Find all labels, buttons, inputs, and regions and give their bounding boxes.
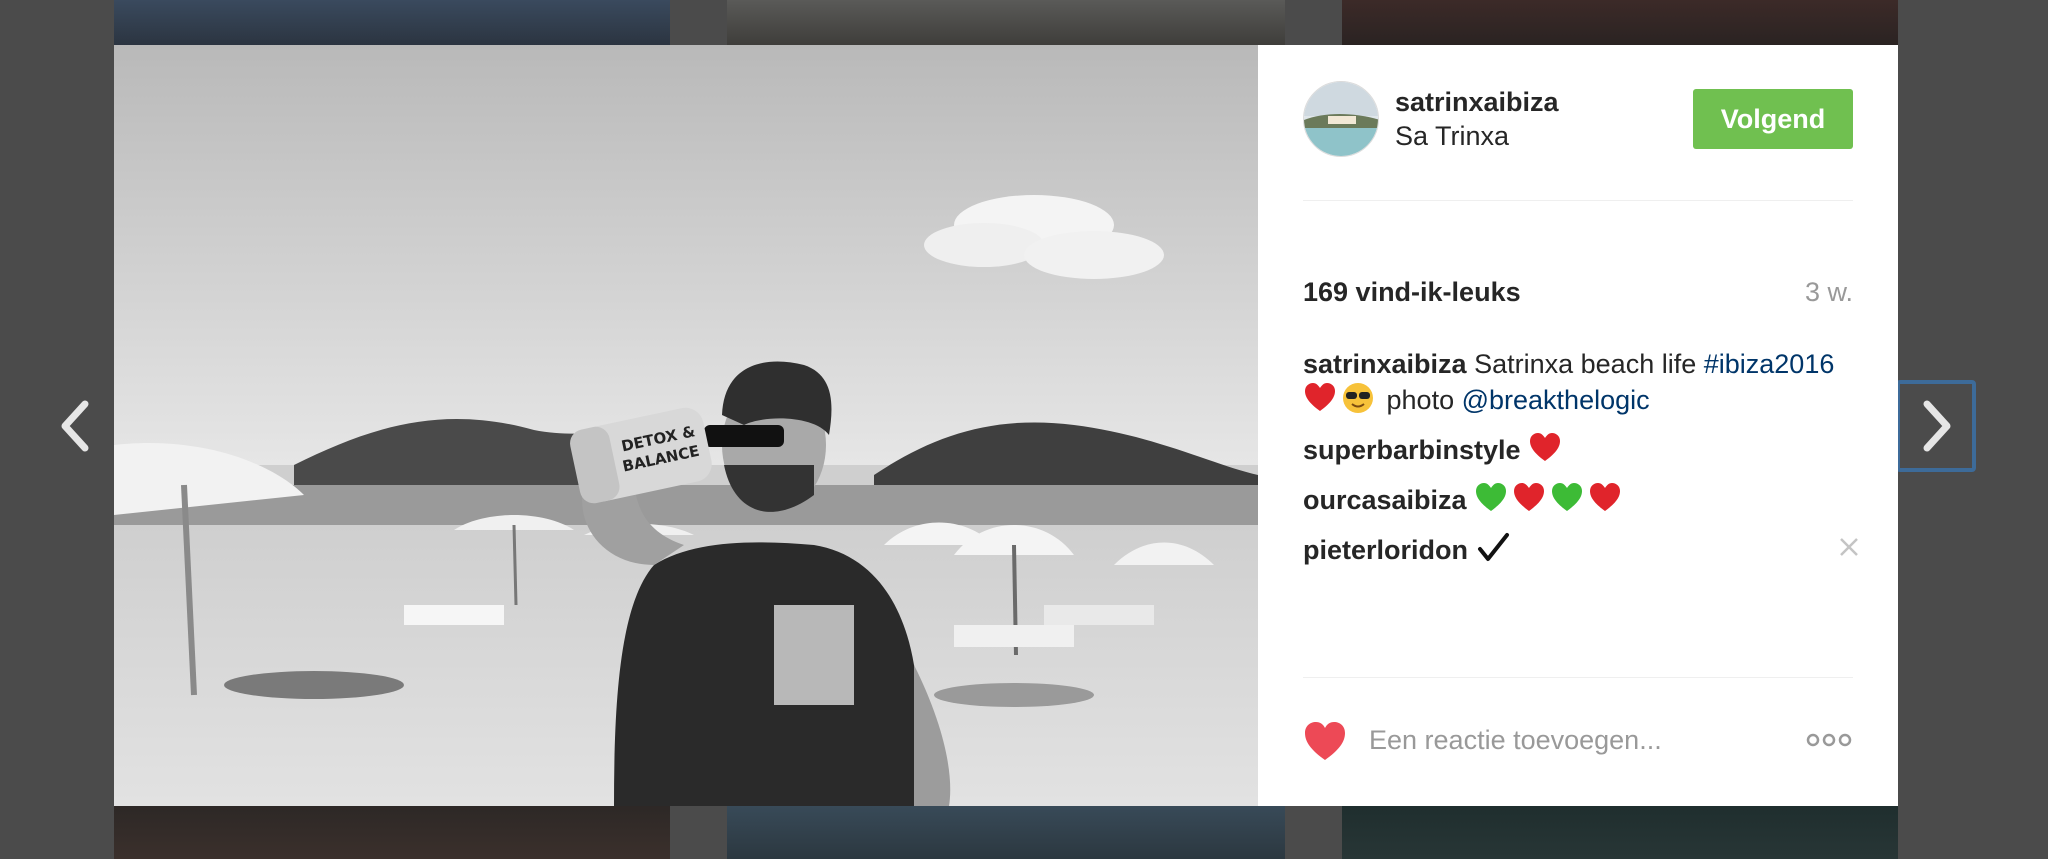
post-location[interactable]: Sa Trinxa [1395, 121, 1509, 152]
caption-author[interactable]: satrinxaibiza [1303, 349, 1467, 379]
beach-photo-illustration: DETOX & BALANCE [114, 45, 1258, 806]
post-modal: DETOX & BALANCE satrinxaibiza Sa Trinxa … [114, 45, 1898, 806]
check-mark-emoji-icon [1477, 533, 1509, 561]
caption-mention[interactable]: @breakthelogic [1462, 385, 1650, 415]
comment-author[interactable]: superbarbinstyle [1303, 435, 1521, 465]
red-heart-emoji-icon [1590, 483, 1621, 511]
chevron-right-icon [1923, 400, 1951, 452]
comment-item: superbarbinstyle [1303, 431, 1863, 467]
red-heart-emoji-icon [1305, 383, 1335, 411]
background-photo-tile [727, 806, 1285, 859]
background-photo-tile [114, 0, 670, 46]
avatar[interactable] [1303, 81, 1379, 157]
caption-text-2: photo [1386, 385, 1455, 415]
post-time[interactable]: 3 w. [1805, 277, 1853, 308]
chevron-left-icon [61, 400, 89, 452]
comment-author[interactable]: ourcasaibiza [1303, 485, 1467, 515]
comment-author[interactable]: pieterloridon [1303, 535, 1468, 565]
caption-text: Satrinxa beach life [1474, 349, 1697, 379]
green-heart-emoji-icon [1552, 483, 1583, 511]
likes-count[interactable]: 169 vind-ik-leuks [1303, 277, 1521, 308]
comment-item: pieterloridon [1303, 531, 1863, 567]
avatar-image [1304, 82, 1378, 156]
background-photo-tile [114, 806, 670, 859]
post-header: satrinxaibiza Sa Trinxa Volgend [1303, 81, 1853, 201]
comment-input[interactable] [1369, 718, 1759, 762]
background-photo-tile [727, 0, 1285, 46]
previous-post-button[interactable] [36, 380, 116, 472]
heart-icon[interactable] [1303, 720, 1347, 762]
green-heart-emoji-icon [1476, 483, 1507, 511]
caption: satrinxaibiza Satrinxa beach life #ibiza… [1303, 347, 1863, 417]
follow-button[interactable]: Volgend [1693, 89, 1853, 149]
post-sidebar: satrinxaibiza Sa Trinxa Volgend 169 vind… [1258, 45, 1898, 806]
comments-list: satrinxaibiza Satrinxa beach life #ibiza… [1303, 347, 1863, 581]
background-photo-tile [1342, 806, 1898, 859]
red-heart-emoji-icon [1530, 433, 1561, 461]
comment-item: ourcasaibiza [1303, 481, 1863, 517]
caption-hashtag[interactable]: #ibiza2016 [1704, 349, 1835, 379]
red-heart-emoji-icon [1514, 483, 1545, 511]
post-photo[interactable]: DETOX & BALANCE [114, 45, 1258, 806]
comment-footer [1303, 677, 1853, 806]
close-icon[interactable] [1835, 533, 1863, 561]
next-post-button[interactable] [1896, 380, 1976, 472]
more-options-icon[interactable] [1805, 730, 1853, 750]
post-username[interactable]: satrinxaibiza [1395, 87, 1559, 118]
sunglasses-emoji-icon [1343, 383, 1373, 413]
background-photo-tile [1342, 0, 1898, 46]
